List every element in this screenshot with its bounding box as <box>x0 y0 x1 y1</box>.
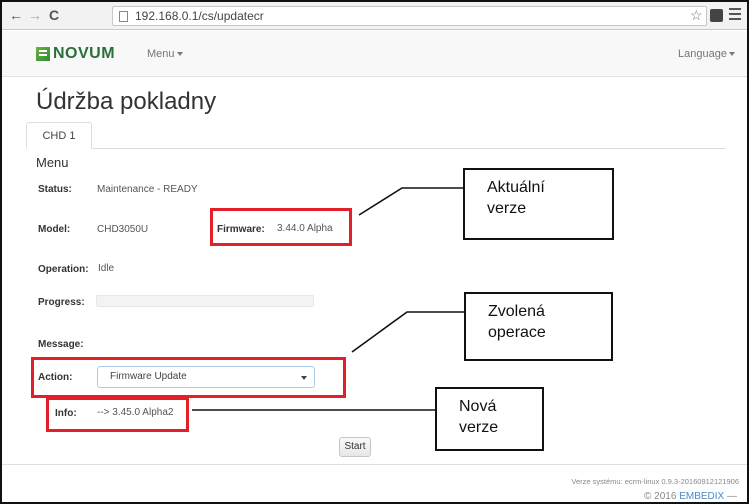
menu-dropdown[interactable]: Menu <box>147 48 183 60</box>
callout-line-current-version <box>358 187 464 216</box>
action-highlight <box>31 357 346 398</box>
operation-value: Idle <box>98 263 115 274</box>
model-label: Model: <box>38 224 71 235</box>
callout-current-version: Aktuální verze <box>463 168 614 240</box>
menu-dropdown-label: Menu <box>147 48 175 60</box>
copyright-suffix: — <box>727 491 737 502</box>
callout-line-selected-operation <box>351 311 465 353</box>
callout-selected-operation-line1: Zvolená <box>488 303 545 320</box>
caret-down-icon <box>729 52 735 57</box>
status-value: Maintenance - READY <box>97 184 198 195</box>
footer-divider <box>2 464 747 465</box>
page-icon <box>119 11 128 22</box>
callout-selected-operation: Zvolená operace <box>464 292 613 361</box>
callout-current-version-line1: Aktuální <box>487 179 545 196</box>
extension-icon[interactable] <box>710 9 723 22</box>
reload-icon[interactable]: C <box>49 7 59 23</box>
section-title: Menu <box>36 155 69 170</box>
language-dropdown-label: Language <box>678 48 727 60</box>
progress-label: Progress: <box>38 297 85 308</box>
tab-chd1[interactable]: CHD 1 <box>26 122 92 149</box>
address-url: 192.168.0.1/cs/updatecr <box>135 9 264 23</box>
tabs-divider <box>26 148 726 149</box>
page-title: Údržba pokladny <box>36 88 217 115</box>
info-highlight <box>46 397 189 432</box>
status-label: Status: <box>38 184 72 195</box>
hamburger-menu-icon[interactable] <box>729 8 741 22</box>
forward-arrow-icon[interactable]: → <box>28 7 42 23</box>
firmware-highlight <box>210 208 352 246</box>
callout-selected-operation-line2: operace <box>488 324 546 341</box>
model-value: CHD3050U <box>97 224 149 235</box>
star-icon[interactable]: ☆ <box>690 8 703 22</box>
caret-down-icon <box>176 52 183 57</box>
system-version: Verze systému: ecrm-linux 0.9.3-20160912… <box>571 477 739 486</box>
copyright: © 2016 EMBEDIX — <box>644 491 737 502</box>
callout-new-version-line2: verze <box>459 419 499 436</box>
app-navbar: NOVUM Menu Language <box>2 31 747 77</box>
message-label: Message: <box>38 339 84 350</box>
progress-bar <box>96 295 314 307</box>
operation-label: Operation: <box>38 264 89 275</box>
logo-text: NOVUM <box>53 45 116 62</box>
back-arrow-icon[interactable]: ← <box>9 7 23 23</box>
logo-mark-icon <box>36 47 50 61</box>
copyright-brand-link[interactable]: EMBEDIX <box>679 491 724 502</box>
callout-current-version-line2: verze <box>487 200 527 217</box>
start-button[interactable]: Start <box>339 437 371 457</box>
screenshot-frame: ← → C 192.168.0.1/cs/updatecr ☆ NOVUM Me… <box>0 0 749 504</box>
copyright-prefix: © 2016 <box>644 491 677 502</box>
browser-toolbar: ← → C 192.168.0.1/cs/updatecr ☆ <box>2 2 747 30</box>
address-bar[interactable]: 192.168.0.1/cs/updatecr <box>112 6 707 26</box>
callout-new-version: Nová verze <box>435 387 544 451</box>
language-dropdown[interactable]: Language <box>678 48 735 60</box>
callout-new-version-line1: Nová <box>459 398 497 415</box>
